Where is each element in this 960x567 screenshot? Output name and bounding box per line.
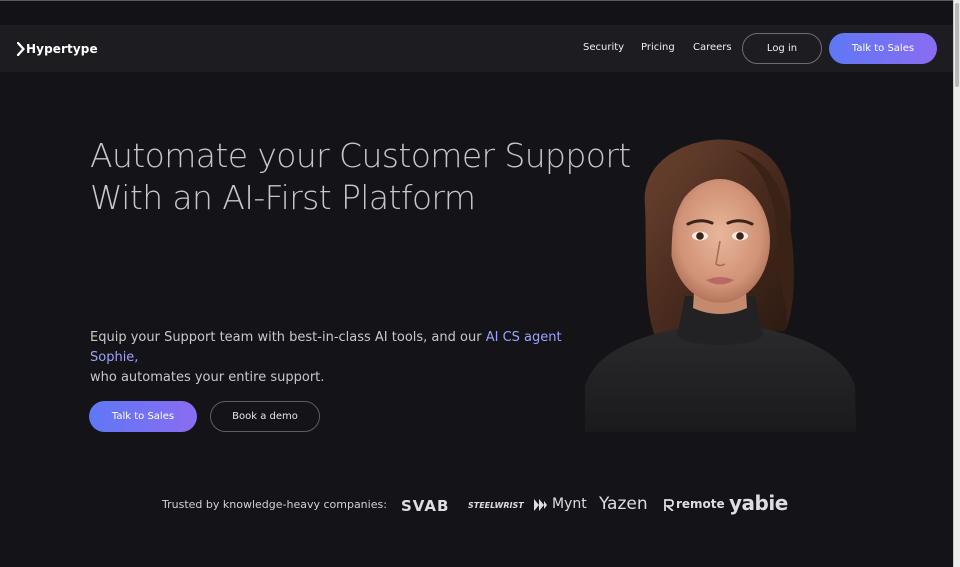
company-logo-remote: remote: [676, 497, 725, 511]
scrollbar-thumb[interactable]: [955, 3, 959, 87]
company-logo-yabie: yabie: [729, 491, 788, 515]
sophie-portrait-image: [585, 139, 856, 432]
page-scrollbar[interactable]: [953, 0, 960, 567]
logo-text: Hypertype: [26, 42, 98, 56]
nav-pricing[interactable]: Pricing: [641, 42, 675, 53]
book-demo-button[interactable]: Book a demo: [210, 401, 320, 432]
mynt-mark-icon: [534, 499, 547, 511]
site-header: Hypertype Security Pricing Careers Log i…: [0, 25, 953, 72]
browser-top-strip: [0, 0, 960, 25]
logo[interactable]: Hypertype: [17, 41, 98, 57]
hero-subtitle-part-1: Equip your Support team with best-in-cla…: [90, 330, 482, 345]
company-logo-svab: SVAB: [401, 497, 450, 515]
trusted-by-label: Trusted by knowledge-heavy companies:: [162, 498, 387, 511]
hero-subtitle: Equip your Support team with best-in-cla…: [90, 328, 610, 388]
company-logo-mynt: Mynt: [552, 496, 587, 512]
talk-to-sales-hero-button[interactable]: Talk to Sales: [89, 401, 197, 432]
nav-security[interactable]: Security: [583, 42, 624, 53]
chevron-logo-icon: [17, 42, 25, 56]
login-button[interactable]: Log in: [742, 33, 822, 64]
nav-careers[interactable]: Careers: [693, 42, 732, 53]
talk-to-sales-header-button[interactable]: Talk to Sales: [829, 33, 937, 64]
remote-mark-icon: [664, 499, 674, 511]
hero-title: Automate your Customer Support With an A…: [90, 135, 631, 219]
hero-title-line-2: With an AI-First Platform: [90, 178, 476, 217]
company-logo-steelwrist: STEELWRIST: [468, 501, 524, 510]
hero-title-line-1: Automate your Customer Support: [90, 136, 631, 175]
company-logo-yazen: Yazen: [599, 494, 648, 514]
hero-subtitle-part-2: who automates your entire support.: [90, 370, 325, 385]
